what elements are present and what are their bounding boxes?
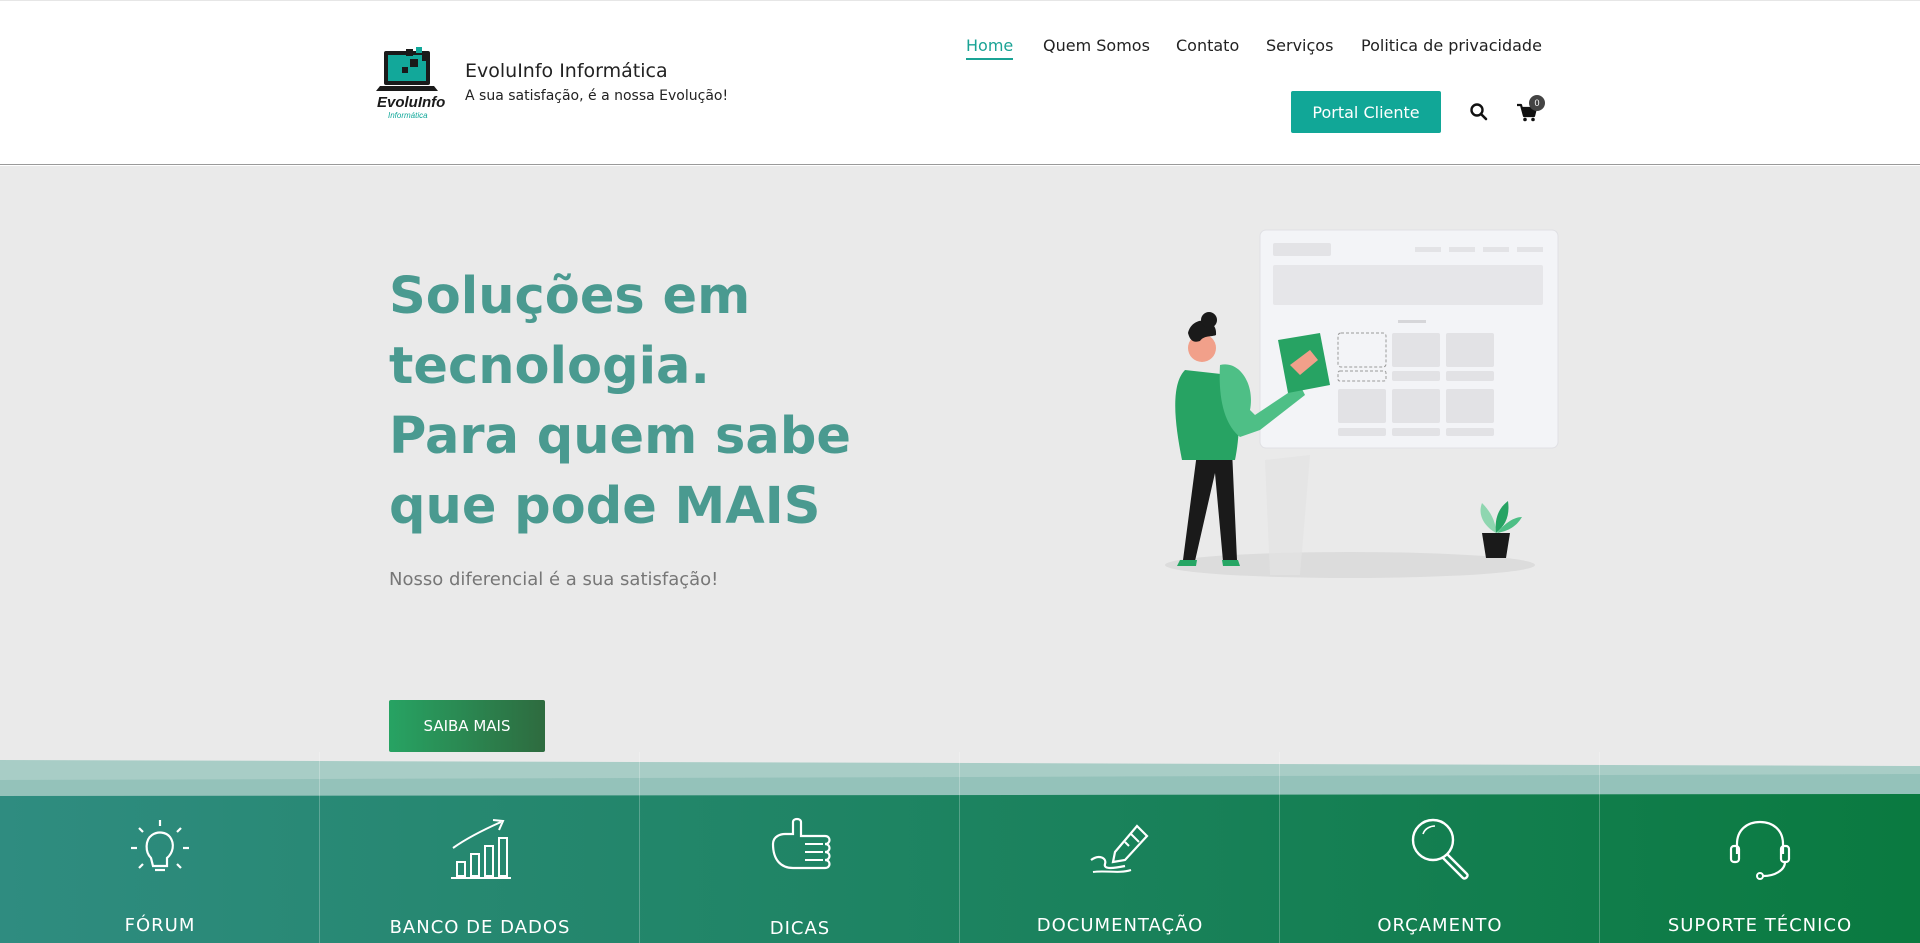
saiba-mais-button[interactable]: SAIBA MAIS	[389, 700, 545, 752]
hero-title-line: Soluções em	[389, 267, 751, 326]
services-band: FÓRUM BANCO DE DADOS DICAS DOCUMENTAÇÃO …	[0, 752, 1920, 943]
service-label: BANCO DE DADOS	[389, 917, 571, 938]
nav-quem-somos[interactable]: Quem Somos	[1043, 36, 1150, 60]
site-header: EvoluInfo Informática EvoluInfo Informát…	[0, 0, 1920, 165]
nav-politica-privacidade[interactable]: Politica de privacidade	[1361, 36, 1542, 60]
lightbulb-icon	[131, 820, 189, 872]
thumbs-up-icon	[771, 817, 831, 870]
nav-home[interactable]: Home	[966, 36, 1014, 60]
portal-cliente-button[interactable]: Portal Cliente	[1291, 91, 1441, 133]
hero-title-line: que pode MAIS	[389, 477, 821, 536]
search-icon[interactable]	[1469, 102, 1489, 122]
service-label: SUPORTE TÉCNICO	[1667, 915, 1853, 936]
service-forum[interactable]: FÓRUM	[0, 752, 320, 943]
hero-title-line: tecnologia.	[389, 337, 710, 396]
service-suporte-tecnico[interactable]: SUPORTE TÉCNICO	[1600, 752, 1920, 943]
nav-contato[interactable]: Contato	[1176, 36, 1239, 60]
svg-text:Informática: Informática	[388, 111, 428, 120]
service-label: FÓRUM	[124, 915, 196, 936]
growth-chart-icon	[451, 819, 511, 879]
hero-section	[0, 166, 1920, 753]
hero-subtitle: Nosso diferencial é a sua satisfação!	[389, 569, 719, 590]
service-documentacao[interactable]: DOCUMENTAÇÃO	[960, 752, 1280, 943]
nav-servicos[interactable]: Serviços	[1266, 36, 1333, 60]
service-dicas[interactable]: DICAS	[640, 752, 960, 943]
cart-count-badge: 0	[1529, 95, 1545, 111]
headset-icon	[1729, 820, 1791, 880]
hero-title-line: Para quem sabe	[389, 407, 851, 466]
signature-pen-icon	[1090, 824, 1149, 873]
svg-text:EvoluInfo: EvoluInfo	[377, 94, 445, 111]
service-banco-de-dados[interactable]: BANCO DE DADOS	[320, 752, 640, 943]
hero-illustration	[1165, 229, 1559, 578]
magnifier-icon	[1411, 818, 1469, 880]
brand-name: EvoluInfo Informática	[465, 60, 668, 82]
service-label: ORÇAMENTO	[1377, 915, 1503, 936]
service-orcamento[interactable]: ORÇAMENTO	[1280, 752, 1600, 943]
evoluinfo-logo[interactable]: EvoluInfo Informática	[376, 45, 446, 123]
hero-title: Soluções em tecnologia. Para quem sabe q…	[389, 262, 889, 542]
brand-tagline: A sua satisfação, é a nossa Evolução!	[465, 88, 729, 104]
service-label: DICAS	[769, 918, 831, 939]
service-label: DOCUMENTAÇÃO	[1036, 915, 1204, 936]
